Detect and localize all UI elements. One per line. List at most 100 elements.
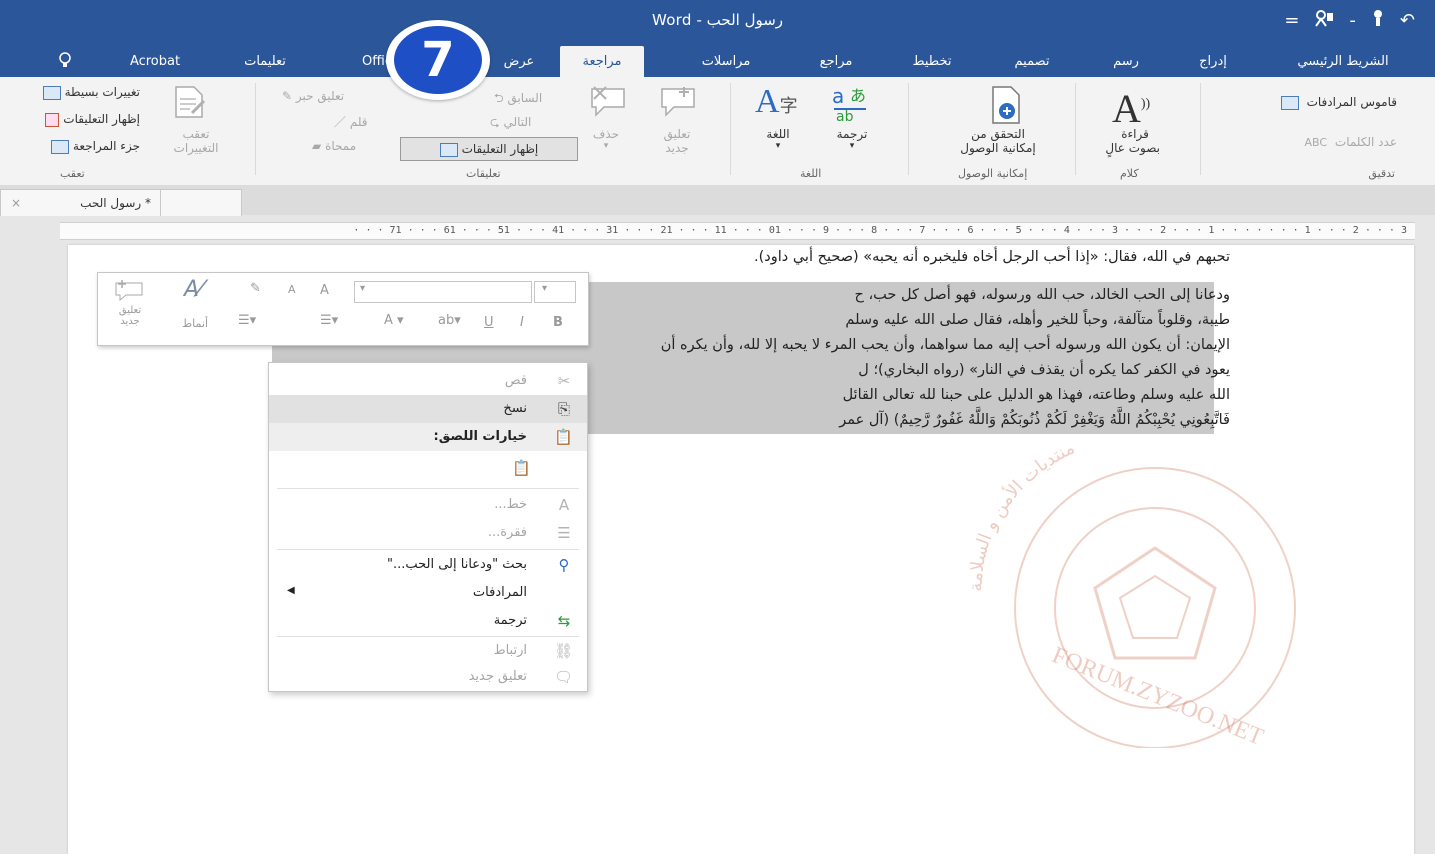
document-line-4: الإيمان: أن يكون الله ورسوله أحب إليه مم… [660, 337, 1230, 353]
watermark-arc-text: منتديات الأمن و السلامة [966, 448, 1078, 592]
delete-label: حذف [592, 127, 620, 141]
show-comments-icon [439, 142, 458, 157]
close-icon[interactable]: × [11, 196, 21, 210]
redo-icon[interactable] [1370, 9, 1386, 32]
simple-markup-icon [42, 85, 61, 100]
italic-button[interactable]: I [520, 315, 524, 330]
quick-access-toolbar: = - ↶ [1284, 6, 1415, 34]
customize-qat-icon[interactable]: = [1284, 10, 1299, 31]
accessibility-group-label: إمكانية الوصول [958, 167, 1028, 180]
tab-design[interactable]: تصميم [1000, 46, 1064, 77]
menu-item-link[interactable]: ⛓ ارتباط [269, 637, 587, 665]
simple-markup-dropdown[interactable]: تغييرات بسيطة [0, 85, 140, 100]
paste-keep-text-icon: 📋 [512, 459, 531, 477]
accessibility-check-icon [985, 85, 1025, 129]
read-aloud-label-2: بصوت عالٍ [1105, 141, 1160, 155]
tab-acrobat[interactable]: Acrobat [110, 46, 200, 77]
delete-comment-button[interactable]: حذف ▾ [586, 127, 626, 151]
shrink-font-button[interactable]: A [288, 283, 296, 296]
step-badge: 7 [386, 20, 490, 100]
language-button[interactable]: اللغة ▾ [752, 127, 804, 151]
eraser-button[interactable]: ممحاة ▰ [312, 139, 356, 153]
ribbon-tabs: الشريط الرئيسي إدراج رسم تصميم تخطيط مرا… [0, 40, 1435, 77]
next-comment-button[interactable]: التالي ⮎ [490, 113, 531, 134]
show-markup-icon [45, 112, 60, 127]
underline-button[interactable]: U [484, 315, 494, 330]
format-painter-icon[interactable]: ✎ [250, 281, 261, 296]
show-markup-dropdown[interactable]: إظهار التعليقات [0, 112, 140, 127]
pen-button[interactable]: قلم ／ [334, 113, 368, 130]
undo-icon[interactable]: ↶ [1400, 10, 1415, 31]
menu-item-cut[interactable]: ✂ قص [269, 367, 587, 395]
tab-insert[interactable]: إدراج [1188, 46, 1238, 77]
bullets-icon[interactable]: ☰▾ [238, 313, 256, 328]
new-comment-icon[interactable] [114, 279, 144, 305]
reviewing-pane-icon [51, 139, 70, 154]
menu-item-copy[interactable]: ⎘ نسخ [269, 395, 587, 423]
reviewing-pane-dropdown[interactable]: جزء المراجعة [0, 139, 140, 154]
highlight-color-icon[interactable]: ab▾ [438, 313, 461, 328]
watermark-logo: منتديات الأمن و السلامة FORUM.ZYZOO.NET [966, 448, 1296, 748]
tab-draw[interactable]: رسم [1098, 46, 1154, 77]
font-color-button[interactable]: A ▾ [384, 313, 404, 328]
menu-item-new-comment[interactable]: 🗨 تعليق جديد [269, 663, 587, 691]
menu-separator [277, 488, 579, 489]
menu-item-search[interactable]: ⚲ بحث "ودعانا إلى الحب..." [269, 551, 587, 579]
new-comment-label-2: جديد [665, 141, 689, 155]
read-aloud-button[interactable]: قراءة بصوت عالٍ [1105, 127, 1160, 155]
tab-layout[interactable]: تخطيط [900, 46, 964, 77]
new-comment-label: تعليق جديد [110, 305, 150, 327]
tab-review[interactable]: مراجعة [560, 46, 644, 77]
new-comment-icon: 🗨 [553, 668, 573, 686]
grow-font-button[interactable]: A [320, 283, 329, 298]
word-count-button[interactable]: عدد الكلمات ABC [1305, 135, 1398, 149]
new-comment-icon [660, 85, 696, 121]
menu-header-paste-options: 📋 خيارات اللصق: [269, 423, 587, 451]
ink-comment-button[interactable]: تعليق حبر ✎ [282, 89, 344, 103]
document-line-7: فَاتَّبِعُونِي يُحْبِبْكُمُ اللَّهُ وَيَ… [839, 412, 1230, 428]
bold-button[interactable]: B [553, 315, 563, 330]
menu-item-translate[interactable]: ⇆ ترجمة [269, 607, 587, 635]
tab-home[interactable]: الشريط الرئيسي [1268, 46, 1418, 77]
menu-item-paragraph[interactable]: ☰ فقرة... [269, 519, 587, 547]
document-line-5: يعود في الكفر كما يكره أن يقذف في النار»… [858, 362, 1230, 378]
tab-help[interactable]: تعليمات [230, 46, 300, 77]
font-size-box[interactable] [534, 281, 576, 303]
menu-item-synonyms[interactable]: المرادفات ◀ [269, 579, 587, 607]
tab-mailings[interactable]: مراسلات [680, 46, 772, 77]
document-tab[interactable]: * رسول الحب × [0, 189, 162, 216]
translate-button[interactable]: ترجمة ▾ [828, 127, 876, 151]
show-markup-label: إظهار التعليقات [63, 112, 140, 126]
font-name-box[interactable] [354, 281, 532, 303]
paste-option-keep-text[interactable]: 📋 [269, 451, 587, 485]
check-accessibility-button[interactable]: التحقق من إمكانية الوصول [926, 127, 1070, 155]
ribbon: قاموس المرادفات عدد الكلمات ABC تدقيق A)… [0, 77, 1435, 186]
paragraph-icon: ☰ [557, 524, 571, 542]
touch-mode-icon[interactable] [1313, 9, 1335, 32]
menu-item-label: ترجمة [493, 613, 527, 628]
show-comments-button[interactable]: إظهار التعليقات [400, 137, 578, 161]
menu-header-label: خيارات اللصق: [433, 429, 527, 444]
word-count-icon: ABC [1304, 136, 1328, 149]
numbering-icon[interactable]: ☰▾ [320, 313, 338, 328]
language-label: اللغة [766, 127, 790, 141]
chevron-down-icon: ▾ [849, 141, 855, 151]
menu-item-font[interactable]: A خط... [269, 491, 587, 519]
styles-icon[interactable]: A⁄ [184, 277, 203, 302]
tab-references[interactable]: مراجع [808, 46, 864, 77]
svg-text:a: a [832, 84, 844, 108]
document-line-2: ودعانا إلى الحب الخالد، حب الله ورسوله، … [854, 287, 1231, 303]
svg-text:あ: あ [850, 86, 866, 105]
tab-tell-me[interactable] [6, 46, 76, 77]
new-comment-button[interactable]: تعليق جديد [652, 127, 702, 155]
horizontal-ruler[interactable]: · · · 71 · · · 61 · · · 51 · · · 41 · · … [60, 222, 1415, 240]
check-accessibility-label-1: التحقق من [971, 127, 1025, 141]
tab-view[interactable]: عرض [494, 46, 544, 77]
previous-comment-button[interactable]: السابق ⮌ [494, 89, 542, 110]
font-color-label: A [384, 313, 393, 328]
track-changes-button[interactable]: تعقب التغييرات [158, 127, 234, 155]
reviewing-pane-label: جزء المراجعة [72, 139, 140, 153]
new-tab[interactable] [160, 189, 242, 216]
comments-group-label: تعليقات [466, 167, 501, 180]
thesaurus-button[interactable]: قاموس المرادفات [1280, 95, 1397, 110]
